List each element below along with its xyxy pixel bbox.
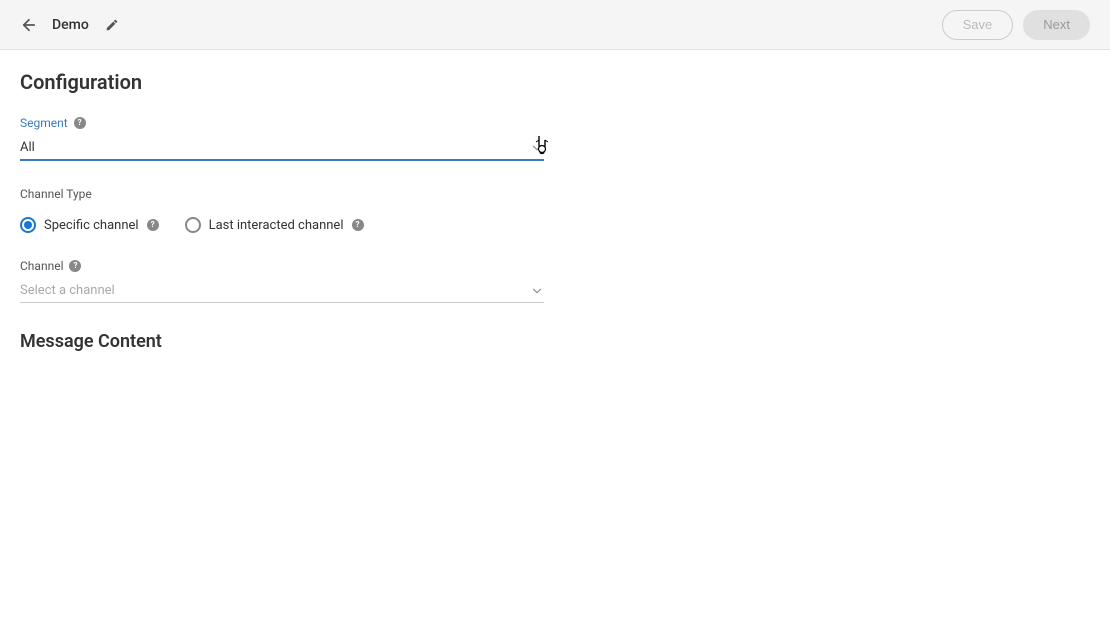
radio-specific-channel[interactable]: Specific channel ? bbox=[20, 217, 159, 233]
save-button[interactable]: Save bbox=[942, 10, 1014, 40]
main-content: Configuration Segment ? All Channel Type… bbox=[0, 50, 1110, 372]
back-arrow-icon[interactable] bbox=[20, 16, 38, 34]
channel-label-text: Channel bbox=[20, 259, 63, 273]
channel-label: Channel ? bbox=[20, 259, 81, 273]
channel-type-radio-row: Specific channel ? Last interacted chann… bbox=[20, 217, 544, 233]
help-icon[interactable]: ? bbox=[69, 260, 81, 272]
channel-type-label-text: Channel Type bbox=[20, 187, 92, 201]
edit-icon[interactable] bbox=[105, 18, 119, 32]
radio-specific-label: Specific channel bbox=[44, 218, 139, 233]
chevron-down-icon bbox=[530, 284, 544, 298]
top-bar: Demo Save Next bbox=[0, 0, 1110, 50]
top-bar-left: Demo bbox=[20, 16, 119, 34]
radio-last-interacted-label: Last interacted channel bbox=[209, 218, 344, 233]
chevron-down-icon bbox=[530, 141, 544, 155]
radio-last-interacted-channel[interactable]: Last interacted channel ? bbox=[185, 217, 364, 233]
segment-select-value: All bbox=[20, 140, 35, 155]
radio-circle-icon bbox=[20, 217, 36, 233]
segment-label: Segment ? bbox=[20, 116, 86, 130]
channel-select-placeholder: Select a channel bbox=[20, 283, 115, 298]
message-content-heading: Message Content bbox=[20, 331, 1090, 352]
help-icon[interactable]: ? bbox=[352, 219, 364, 231]
configuration-heading: Configuration bbox=[20, 70, 1090, 94]
next-button[interactable]: Next bbox=[1023, 10, 1090, 40]
channel-select[interactable]: Select a channel bbox=[20, 279, 544, 303]
channel-field-group: Channel ? Select a channel bbox=[20, 255, 544, 303]
help-icon[interactable]: ? bbox=[147, 219, 159, 231]
top-bar-right: Save Next bbox=[942, 10, 1090, 40]
radio-circle-icon bbox=[185, 217, 201, 233]
page-name: Demo bbox=[52, 17, 89, 33]
help-icon[interactable]: ? bbox=[74, 117, 86, 129]
segment-label-text: Segment bbox=[20, 116, 68, 130]
segment-select[interactable]: All bbox=[20, 136, 544, 161]
channel-type-field-group: Channel Type Specific channel ? Last int… bbox=[20, 183, 544, 233]
channel-type-label: Channel Type bbox=[20, 187, 92, 201]
segment-field-group: Segment ? All bbox=[20, 112, 544, 161]
